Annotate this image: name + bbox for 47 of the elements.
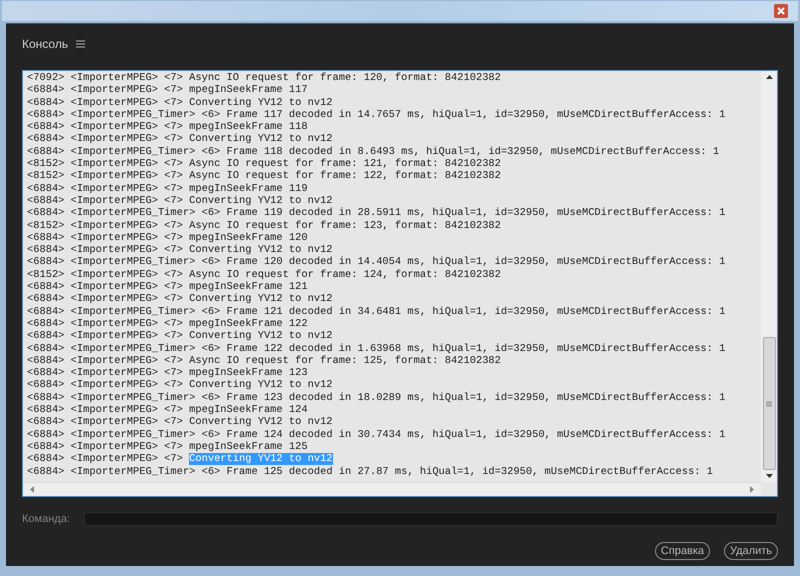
scroll-thumb[interactable] bbox=[762, 337, 776, 470]
scroll-right-icon[interactable] bbox=[750, 486, 754, 493]
log-line: <6884> <ImporterMPEG_Timer> <6> Frame 118 decoded in 8.6493 ms, hiQual=1, id=32950, mUseMCDirectBufferAccess: 1 bbox=[27, 146, 720, 158]
panel-title: Консоль bbox=[22, 36, 68, 53]
log-line: <8152> <ImporterMPEG> <7> Async IO request for frame: 121, format: 842102382 bbox=[27, 158, 501, 170]
log-line: <6884> <ImporterMPEG> <7> mpegInSeekFrame 117 bbox=[27, 84, 308, 97]
log-line: <6884> <ImporterMPEG> <7> mpegInSeekFrame 121 bbox=[27, 281, 308, 294]
log-line: <6884> <ImporterMPEG_Timer> <6> Frame 117 decoded in 14.7657 ms, hiQual=1, id=32950, mUseMCDirectBufferAccess: 1 bbox=[27, 108, 726, 122]
log-line: <6884> <ImporterMPEG> <7> Converting YV12 to nv12 bbox=[27, 133, 333, 146]
log-line: <6884> <ImporterMPEG_Timer> <6> Frame 123 decoded in 18.0289 ms, hiQual=1, id=32950, mUseMCDirectBufferAccess: 1 bbox=[27, 392, 726, 404]
log-line: <6884> <ImporterMPEG> <7> mpegInSeekFrame 123 bbox=[27, 367, 308, 380]
log-line: <6884> <ImporterMPEG> <7> mpegInSeekFrame 125 bbox=[27, 440, 308, 454]
log-line: <6884> <ImporterMPEG_Timer> <6> Frame 124 decoded in 30.7434 ms, hiQual=1, id=32950, mUseMCDirectBufferAccess: 1 bbox=[27, 428, 726, 441]
menu-icon[interactable] bbox=[76, 40, 86, 48]
log-line: <8152> <ImporterMPEG> <7> Async IO request for frame: 123, format: 842102382 bbox=[27, 220, 501, 232]
horizontal-scrollbar[interactable] bbox=[23, 482, 761, 496]
vertical-scrollbar[interactable] bbox=[761, 71, 777, 482]
scroll-left-icon[interactable] bbox=[30, 486, 34, 493]
log-line: <6884> <ImporterMPEG> <7> Converting YV12 to nv12 bbox=[27, 244, 333, 256]
log-line: <7092> <ImporterMPEG> <7> Async IO request for frame: 120, format: 842102382 bbox=[27, 72, 501, 84]
command-label: Команда: bbox=[22, 512, 71, 527]
log-line: <6884> <ImporterMPEG> <7> mpegInSeekFrame 120 bbox=[27, 232, 308, 244]
scroll-down-icon[interactable] bbox=[766, 474, 772, 478]
log-line: <6884> <ImporterMPEG_Timer> <6> Frame 119 decoded in 28.5911 ms, hiQual=1, id=32950, mUseMCDirectBufferAccess: 1 bbox=[27, 207, 726, 220]
log-line: <6884> <ImporterMPEG> <7> Converting YV12 to nv12 bbox=[27, 96, 333, 109]
log-line: <6884> <ImporterMPEG_Timer> <6> Frame 125 decoded in 27.87 ms, hiQual=1, id=32950, mUseMCDirectBufferAccess: 1 bbox=[27, 466, 713, 478]
log-line: <6884> <ImporterMPEG> <7> Converting YV12 to nv12 bbox=[27, 416, 333, 429]
log-line: <6884> <ImporterMPEG> <7> mpegInSeekFrame 122 bbox=[27, 318, 308, 330]
log-line: <6884> <ImporterMPEG_Timer> <6> Frame 121 decoded in 34.6481 ms, hiQual=1, id=32950, mUseMCDirectBufferAccess: 1 bbox=[27, 306, 726, 318]
log-line: <6884> <ImporterMPEG> <7> mpegInSeekFrame 119 bbox=[27, 182, 308, 195]
log-line: <6884> <ImporterMPEG_Timer> <6> Frame 122 decoded in 1.63968 ms, hiQual=1, id=32950, mUseMCDirectBufferAccess: 1 bbox=[27, 342, 726, 355]
close-icon[interactable] bbox=[774, 4, 788, 18]
log-line: <6884> <ImporterMPEG> <7> Converting YV12 to nv12 bbox=[27, 330, 333, 343]
dialog-button[interactable]: Справка bbox=[654, 542, 710, 560]
log-line: <8152> <ImporterMPEG> <7> Async IO request for frame: 124, format: 842102382 bbox=[27, 268, 501, 282]
log-line: <6884> <ImporterMPEG> <7> Converting YV12 to nv12 bbox=[27, 293, 333, 306]
log-line: <6884> <ImporterMPEG> <7> Converting YV12 to nv12 bbox=[27, 194, 333, 208]
log-line: <6884> <ImporterMPEG> <7> Async IO request for frame: 125, format: 842102382 bbox=[27, 354, 501, 368]
grip-icon bbox=[766, 400, 772, 406]
scroll-up-icon[interactable] bbox=[766, 75, 772, 79]
log-line: <6884> <ImporterMPEG> <7> mpegInSeekFrame 124 bbox=[27, 404, 308, 416]
log-line: <6884> <ImporterMPEG> <7> Converting YV12 to nv12 bbox=[27, 453, 333, 466]
log-line: <6884> <ImporterMPEG> <7> Converting YV12 to nv12 bbox=[27, 379, 333, 392]
log-line: <6884> <ImporterMPEG_Timer> <6> Frame 120 decoded in 14.4054 ms, hiQual=1, id=32950, mUseMCDirectBufferAccess: 1 bbox=[27, 256, 726, 269]
dialog-button[interactable]: Удалить bbox=[724, 542, 778, 560]
log-line: <6884> <ImporterMPEG> <7> mpegInSeekFrame 118 bbox=[27, 121, 308, 134]
log-line: <8152> <ImporterMPEG> <7> Async IO request for frame: 122, format: 842102382 bbox=[27, 170, 501, 183]
